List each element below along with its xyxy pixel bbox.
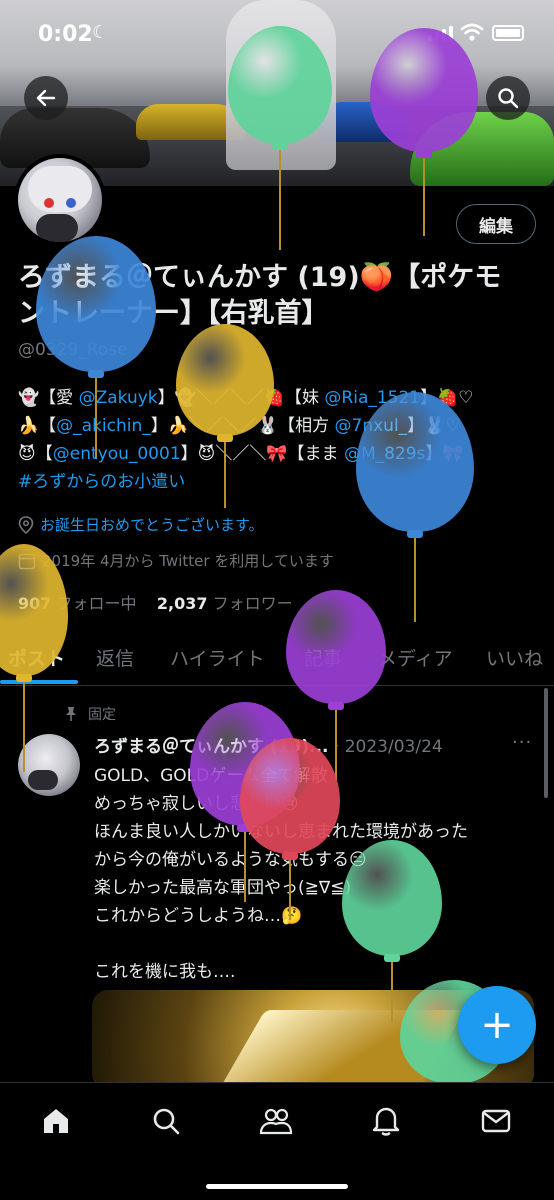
tab-likes[interactable]: いいね bbox=[486, 644, 543, 671]
followers-link[interactable]: 2,037 フォロワー bbox=[157, 594, 293, 613]
balloon-string bbox=[423, 158, 425, 236]
search-button[interactable] bbox=[486, 76, 530, 120]
balloon-body bbox=[370, 28, 478, 152]
avatar-eye bbox=[44, 198, 54, 208]
post-text-line bbox=[94, 930, 534, 958]
balloon-string bbox=[279, 150, 281, 250]
balloon-knot bbox=[384, 954, 400, 962]
balloon-string bbox=[391, 962, 393, 1022]
balloon-decoration bbox=[176, 324, 274, 512]
balloon-knot bbox=[272, 142, 288, 150]
joined-text: 2019年 4月から Twitter を利用しています bbox=[42, 552, 334, 570]
balloon-decoration bbox=[228, 26, 332, 254]
balloon-body bbox=[240, 738, 340, 854]
messages-icon bbox=[481, 1109, 511, 1133]
balloon-knot bbox=[217, 434, 233, 442]
balloon-knot bbox=[282, 852, 298, 860]
balloon-body bbox=[176, 324, 274, 436]
balloon-string bbox=[23, 682, 25, 772]
profile-tabs: ポスト 返信 ハイライト 記事 メディア いいね bbox=[0, 636, 554, 686]
scrollbar[interactable] bbox=[544, 688, 548, 798]
home-indicator[interactable] bbox=[206, 1184, 348, 1189]
search-icon bbox=[153, 1108, 180, 1135]
notifications-icon bbox=[372, 1107, 400, 1136]
balloon-decoration bbox=[370, 28, 478, 240]
balloon-body bbox=[342, 840, 442, 956]
birthday-text[interactable]: お誕生日おめでとうございます。 bbox=[40, 514, 264, 535]
tab-media[interactable]: メディア bbox=[378, 644, 453, 671]
avatar-eye bbox=[66, 198, 76, 208]
nav-messages[interactable] bbox=[476, 1101, 516, 1141]
balloon-decoration bbox=[36, 236, 156, 462]
balloon-body bbox=[0, 544, 68, 676]
profile-avatar[interactable] bbox=[14, 154, 106, 246]
followers-label: フォロワー bbox=[212, 594, 293, 613]
back-button[interactable] bbox=[24, 76, 68, 120]
communities-icon bbox=[259, 1108, 293, 1135]
post-more-button[interactable]: ··· bbox=[512, 732, 532, 753]
balloon-knot bbox=[16, 674, 32, 682]
tab-highlights[interactable]: ハイライト bbox=[170, 644, 265, 671]
pinned-label: 固定 bbox=[88, 707, 116, 723]
balloon-body bbox=[36, 236, 156, 372]
followers-count: 2,037 bbox=[156, 594, 208, 613]
balloon-string bbox=[224, 442, 226, 508]
birthday-row: お誕生日おめでとうございます。 bbox=[18, 514, 264, 535]
balloon-body bbox=[228, 26, 332, 144]
moon-icon: ☾ bbox=[92, 22, 109, 43]
balloon-string bbox=[289, 860, 291, 920]
balloon-knot bbox=[416, 150, 432, 158]
nav-notifications[interactable] bbox=[366, 1101, 406, 1141]
home-icon bbox=[44, 1109, 68, 1133]
nav-search[interactable] bbox=[146, 1101, 186, 1141]
balloon-string bbox=[95, 378, 97, 458]
location-pin-icon bbox=[18, 515, 34, 534]
balloon-decoration bbox=[0, 544, 68, 776]
following-label: フォロー中 bbox=[56, 594, 137, 613]
balloon-knot bbox=[88, 370, 104, 378]
balloon-decoration bbox=[240, 738, 340, 924]
bottom-navigation bbox=[0, 1082, 554, 1200]
balloon-knot bbox=[328, 702, 344, 710]
nav-home[interactable] bbox=[36, 1101, 76, 1141]
balloon-knot bbox=[407, 530, 423, 538]
battery-icon bbox=[492, 25, 524, 41]
search-icon bbox=[498, 88, 519, 109]
compose-post-button[interactable]: + bbox=[458, 986, 536, 1064]
balloon-string bbox=[414, 538, 416, 622]
status-time: 0:02 bbox=[38, 22, 93, 47]
avatar-hair bbox=[28, 166, 92, 212]
balloon-body bbox=[356, 392, 474, 532]
arrow-left-icon bbox=[36, 89, 56, 107]
pinned-label-row: 固定 bbox=[64, 704, 116, 724]
bio-hashtag-link[interactable]: #ろずからのお小遣い bbox=[18, 472, 185, 492]
tab-replies[interactable]: 返信 bbox=[96, 644, 134, 671]
balloon-body bbox=[286, 590, 386, 704]
nav-communities[interactable] bbox=[256, 1101, 296, 1141]
